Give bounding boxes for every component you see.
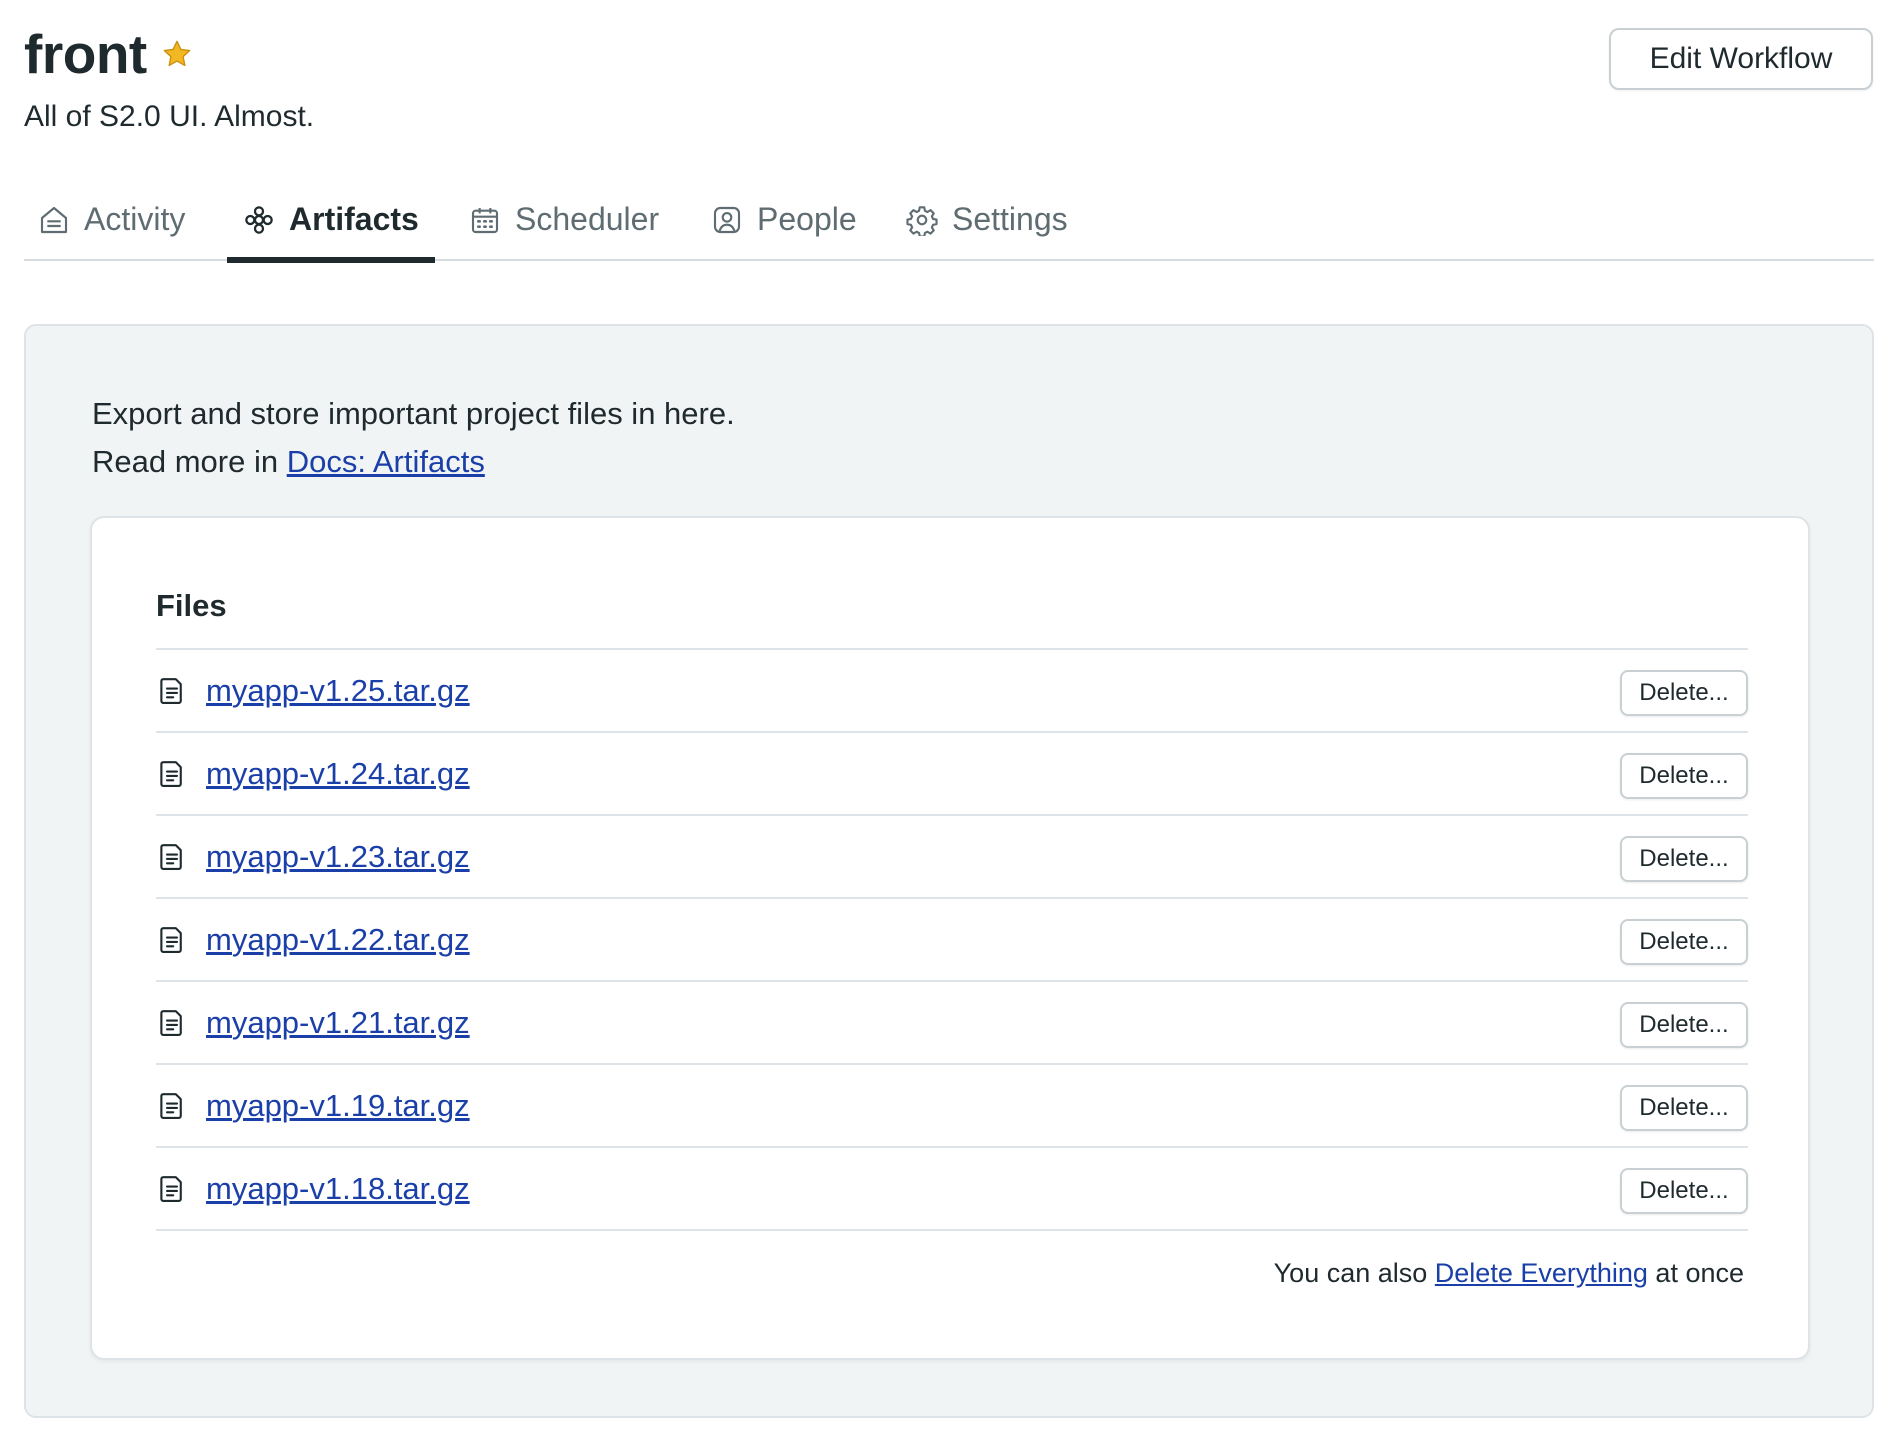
- file-link[interactable]: myapp-v1.19.tar.gz: [206, 1088, 470, 1124]
- tab-label-people: People: [757, 201, 857, 237]
- file-row: myapp-v1.18.tar.gz Delete...: [156, 1148, 1748, 1231]
- file-row: myapp-v1.23.tar.gz Delete...: [156, 816, 1748, 899]
- delete-button[interactable]: Delete...: [1620, 753, 1748, 799]
- delete-button[interactable]: Delete...: [1620, 836, 1748, 882]
- artifacts-icon: [243, 204, 275, 236]
- file-list: myapp-v1.25.tar.gz Delete... myapp-v1.24.t…: [156, 648, 1748, 1231]
- file-link[interactable]: myapp-v1.24.tar.gz: [206, 756, 470, 792]
- file-icon: [158, 676, 186, 706]
- file-icon: [158, 1174, 186, 1204]
- files-heading: Files: [156, 588, 227, 623]
- delete-button[interactable]: Delete...: [1620, 919, 1748, 965]
- file-icon: [158, 1008, 186, 1038]
- intro-line: Export and store important project files…: [92, 396, 735, 431]
- file-link[interactable]: myapp-v1.23.tar.gz: [206, 839, 470, 875]
- edit-workflow-button[interactable]: Edit Workflow: [1609, 28, 1873, 90]
- tab-activity[interactable]: Activity: [38, 180, 185, 259]
- intro-text: Export and store important project files…: [92, 390, 735, 486]
- title-row: front: [24, 22, 193, 86]
- page-title: front: [24, 23, 147, 85]
- delete-button[interactable]: Delete...: [1620, 1002, 1748, 1048]
- file-row: myapp-v1.22.tar.gz Delete...: [156, 899, 1748, 982]
- file-row: myapp-v1.21.tar.gz Delete...: [156, 982, 1748, 1065]
- activity-icon: [38, 204, 70, 236]
- file-icon: [158, 1091, 186, 1121]
- delete-everything-note: You can also Delete Everything at once: [1274, 1258, 1744, 1289]
- tab-bar: Activity Artifacts Scheduler People Sett…: [24, 180, 1874, 263]
- tab-label-artifacts: Artifacts: [289, 201, 419, 237]
- file-icon: [158, 759, 186, 789]
- file-row: myapp-v1.19.tar.gz Delete...: [156, 1065, 1748, 1148]
- footer-suffix: at once: [1647, 1258, 1744, 1288]
- star-icon[interactable]: [161, 38, 193, 70]
- tab-people[interactable]: People: [711, 180, 857, 259]
- footer-prefix: You can also: [1273, 1258, 1435, 1288]
- delete-button[interactable]: Delete...: [1620, 1168, 1748, 1214]
- docs-line: Read more in Docs: Artifacts: [92, 438, 735, 486]
- file-link[interactable]: myapp-v1.22.tar.gz: [206, 922, 470, 958]
- calendar-icon: [469, 204, 501, 236]
- docs-prefix: Read more in: [92, 444, 287, 479]
- files-card: Files myapp-v1.25.tar.gz Delete... myapp-v…: [90, 516, 1810, 1360]
- artifacts-panel: Export and store important project files…: [24, 324, 1874, 1418]
- project-description: All of S2.0 UI. Almost.: [24, 100, 315, 133]
- tab-label-activity: Activity: [84, 201, 186, 237]
- tab-scheduler[interactable]: Scheduler: [469, 180, 659, 259]
- delete-button[interactable]: Delete...: [1620, 670, 1748, 716]
- file-row: myapp-v1.24.tar.gz Delete...: [156, 733, 1748, 816]
- person-icon: [711, 204, 743, 236]
- file-icon: [158, 842, 186, 872]
- file-link[interactable]: myapp-v1.25.tar.gz: [206, 673, 470, 709]
- file-icon: [158, 925, 186, 955]
- delete-everything-link[interactable]: Delete Everything: [1435, 1258, 1648, 1288]
- tab-settings[interactable]: Settings: [906, 180, 1068, 259]
- gear-icon: [906, 204, 938, 236]
- file-link[interactable]: myapp-v1.18.tar.gz: [206, 1171, 470, 1207]
- delete-button[interactable]: Delete...: [1620, 1085, 1748, 1131]
- tab-artifacts[interactable]: Artifacts: [227, 180, 435, 263]
- tab-label-settings: Settings: [952, 201, 1068, 237]
- tab-label-scheduler: Scheduler: [515, 201, 660, 237]
- file-row: myapp-v1.25.tar.gz Delete...: [156, 650, 1748, 733]
- file-link[interactable]: myapp-v1.21.tar.gz: [206, 1005, 470, 1041]
- page: front All of S2.0 UI. Almost. Edit Workf…: [0, 0, 1896, 1444]
- docs-artifacts-link[interactable]: Docs: Artifacts: [287, 444, 485, 479]
